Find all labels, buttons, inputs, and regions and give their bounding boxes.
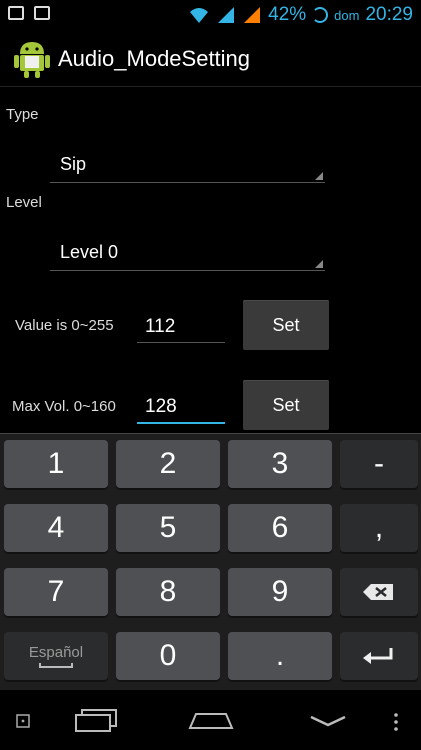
signal-icon-1	[218, 7, 235, 23]
value-input[interactable]: 112	[137, 310, 225, 343]
set-max-vol-button[interactable]: Set	[243, 380, 329, 430]
key-enter[interactable]	[340, 632, 418, 680]
backspace-icon	[363, 584, 393, 600]
numeric-keyboard: 1 2 3 - 4 5 6 , 7 8 9 Español 0 .	[0, 433, 421, 691]
key-2[interactable]: 2	[116, 440, 220, 488]
status-day: dom	[334, 7, 360, 23]
key-9[interactable]: 9	[228, 568, 332, 616]
key-8[interactable]: 8	[116, 568, 220, 616]
key-period[interactable]: .	[228, 632, 332, 680]
key-3[interactable]: 3	[228, 440, 332, 488]
type-spinner[interactable]: Sip	[50, 146, 325, 183]
key-6[interactable]: 6	[228, 504, 332, 552]
type-spinner-value: Sip	[60, 154, 87, 174]
android-app-icon[interactable]	[14, 38, 50, 78]
status-time: 20:29	[365, 4, 413, 25]
set-value-button[interactable]: Set	[243, 300, 329, 350]
screen-icon[interactable]	[16, 714, 30, 728]
level-spinner-value: Level 0	[60, 242, 119, 262]
max-vol-input[interactable]: 128	[137, 390, 225, 424]
spinner-arrow-icon	[315, 172, 323, 180]
battery-percent: 42%	[268, 4, 307, 25]
max-vol-input-text: 128	[145, 396, 177, 417]
home-icon[interactable]	[188, 710, 234, 730]
key-5[interactable]: 5	[116, 504, 220, 552]
type-label: Type	[6, 106, 39, 123]
wifi-icon	[190, 8, 209, 23]
level-spinner[interactable]: Level 0	[50, 234, 325, 271]
key-4[interactable]: 4	[4, 504, 108, 552]
language-label: Español	[28, 644, 84, 661]
action-bar: Audio_ModeSetting	[0, 30, 421, 87]
value-input-text: 112	[145, 316, 176, 337]
value-range-label: Value is 0~255	[15, 317, 114, 334]
key-language[interactable]: Español	[4, 632, 108, 680]
navigation-bar	[0, 690, 421, 750]
back-down-icon[interactable]	[308, 714, 348, 728]
screenshot-notification-icon	[8, 6, 24, 20]
app-title: Audio_ModeSetting	[58, 46, 251, 71]
key-comma[interactable]: ,	[340, 504, 418, 552]
key-7[interactable]: 7	[4, 568, 108, 616]
menu-overflow-icon[interactable]	[392, 712, 400, 732]
key-backspace[interactable]	[340, 568, 418, 616]
key-0[interactable]: 0	[116, 632, 220, 680]
status-bar: 42% dom 20:29	[0, 0, 421, 30]
spacebar-icon	[39, 663, 73, 668]
battery-icon	[312, 7, 329, 23]
spinner-arrow-icon	[315, 260, 323, 268]
key-minus[interactable]: -	[340, 440, 418, 488]
signal-icon-2	[244, 7, 261, 23]
key-1[interactable]: 1	[4, 440, 108, 488]
recent-apps-icon[interactable]	[72, 708, 120, 732]
level-label: Level	[6, 194, 42, 211]
enter-icon	[363, 648, 393, 664]
max-vol-label: Max Vol. 0~160	[12, 398, 116, 415]
image-notification-icon	[34, 6, 50, 20]
